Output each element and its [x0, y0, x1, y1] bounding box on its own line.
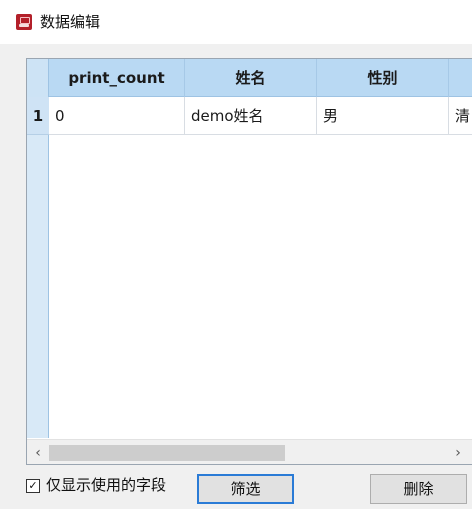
- title-bar: 数据编辑: [0, 0, 472, 44]
- scroll-left-icon[interactable]: ‹: [27, 440, 49, 464]
- cell-name[interactable]: demo姓名: [185, 97, 317, 135]
- column-header-print-count[interactable]: print_count: [49, 59, 185, 97]
- horizontal-scrollbar[interactable]: ‹ ›: [27, 439, 472, 464]
- column-header-gender[interactable]: 性别: [317, 59, 449, 97]
- select-all-corner[interactable]: [27, 59, 49, 97]
- app-logo-icon: [16, 14, 32, 30]
- grid-header-row: print_count 姓名 性别: [27, 59, 472, 97]
- filter-button[interactable]: 筛选: [197, 474, 294, 504]
- column-header-next[interactable]: [449, 59, 472, 97]
- data-grid: print_count 姓名 性别 1 0 demo姓名 男 清 ‹ ›: [26, 58, 472, 465]
- data-edit-window: 数据编辑 print_count 姓名 性别 1 0 demo姓名 男 清 ‹ …: [0, 0, 472, 509]
- show-used-fields-checkbox[interactable]: ✓: [26, 479, 40, 493]
- row-header-column: [27, 97, 49, 438]
- row-number[interactable]: 1: [27, 97, 49, 135]
- cell-next-column[interactable]: 清: [449, 97, 472, 135]
- cell-print-count[interactable]: 0: [49, 97, 185, 135]
- show-used-fields-label[interactable]: 仅显示使用的字段: [46, 475, 166, 495]
- cell-gender[interactable]: 男: [317, 97, 449, 135]
- scroll-thumb[interactable]: [49, 445, 285, 461]
- delete-button[interactable]: 删除: [370, 474, 467, 504]
- window-title: 数据编辑: [40, 13, 101, 31]
- scroll-right-icon[interactable]: ›: [447, 440, 469, 464]
- column-header-name[interactable]: 姓名: [185, 59, 317, 97]
